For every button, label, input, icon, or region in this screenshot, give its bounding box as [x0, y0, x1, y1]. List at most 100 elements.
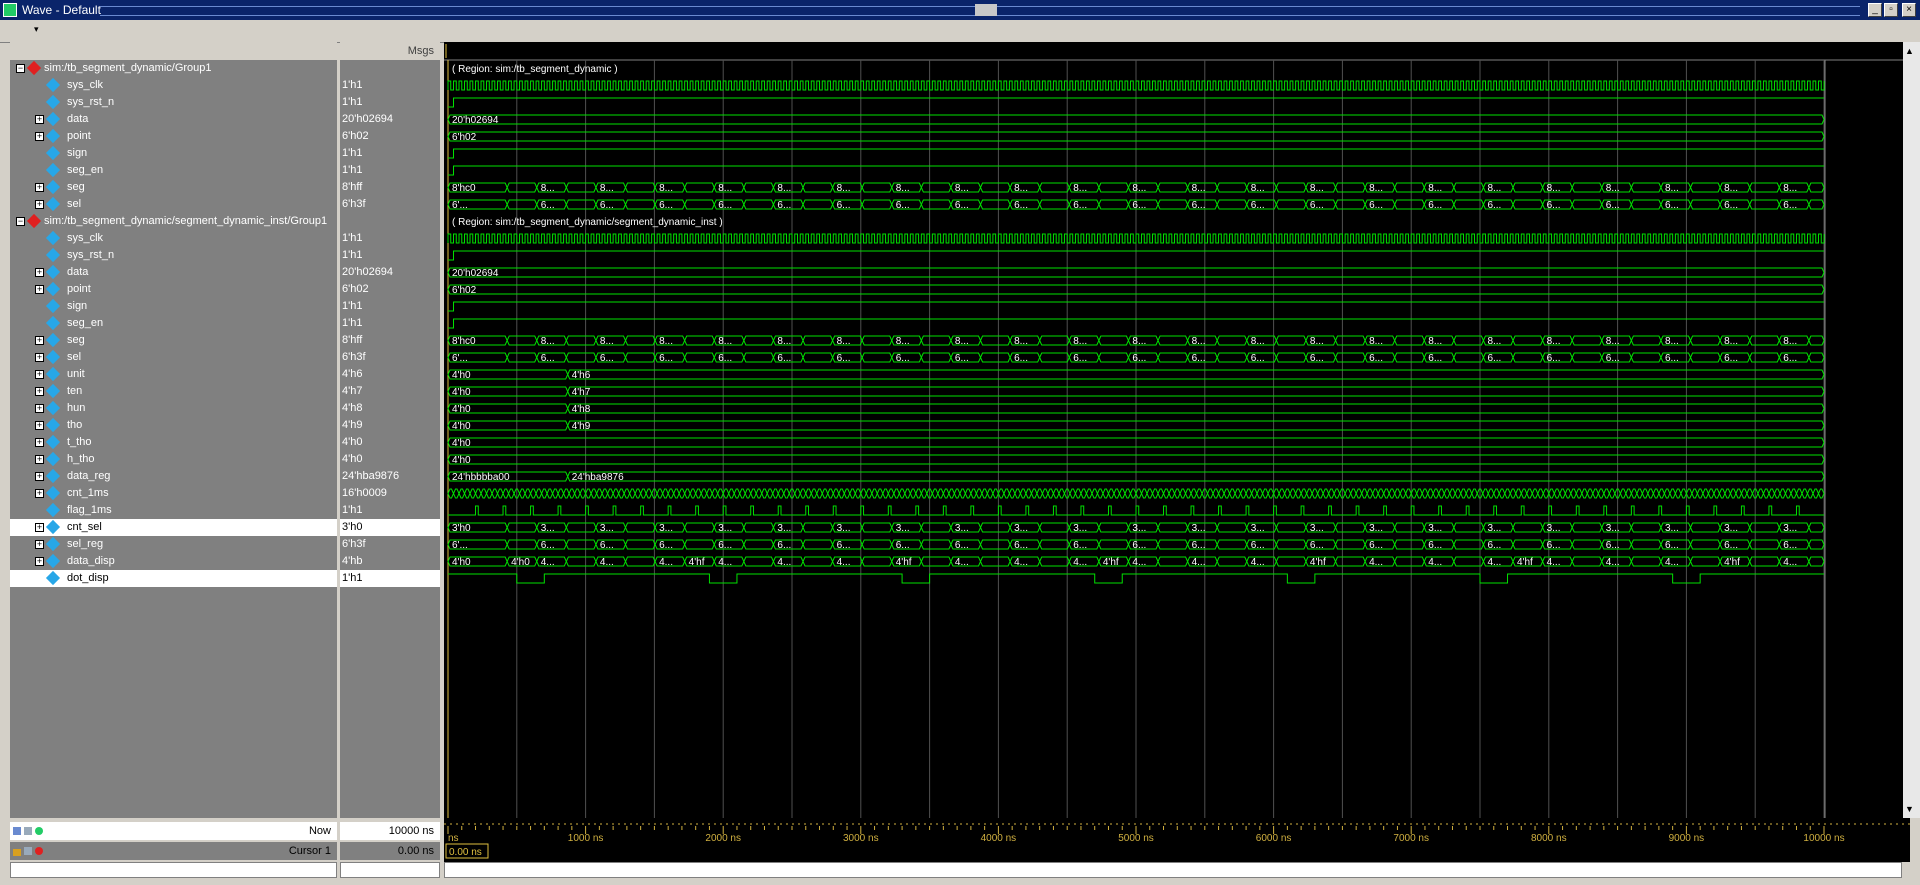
scroll-down-icon[interactable]: ▼	[1905, 804, 1914, 814]
expand-icon[interactable]: +	[35, 455, 44, 464]
expand-icon[interactable]: +	[35, 336, 44, 345]
signal-row[interactable]: sign	[10, 298, 337, 315]
value-row[interactable]: 4'h0	[340, 451, 440, 468]
signal-row[interactable]: sign	[10, 145, 337, 162]
names-hscrollbar[interactable]	[10, 862, 337, 878]
expand-icon[interactable]: +	[35, 115, 44, 124]
waveform-canvas[interactable]: ( Region: sim:/tb_segment_dynamic ) ( Reg…	[444, 42, 1910, 818]
signal-row[interactable]: + data	[10, 111, 337, 128]
close-icon[interactable]: ×	[1902, 3, 1916, 17]
value-row[interactable]: 1'h1	[340, 247, 440, 264]
value-row[interactable]: 8'hff	[340, 179, 440, 196]
values-hscrollbar[interactable]	[340, 862, 440, 878]
expand-icon[interactable]: +	[35, 285, 44, 294]
value-row[interactable]: 1'h1	[340, 230, 440, 247]
value-row[interactable]: 1'h1	[340, 502, 440, 519]
signal-row[interactable]: + sel	[10, 349, 337, 366]
signal-row[interactable]: + point	[10, 281, 337, 298]
timeline-ruler[interactable]: ns 1000 ns 2000 ns 3000 ns 4000 ns 5000 ns 600…	[444, 818, 1910, 862]
value-row[interactable]: 6'h02	[340, 281, 440, 298]
value-row[interactable]: 1'h1	[340, 570, 440, 587]
scroll-up-icon[interactable]: ▲	[1905, 46, 1914, 56]
signal-row[interactable]: seg_en	[10, 315, 337, 332]
signal-row[interactable]: + sel	[10, 196, 337, 213]
signal-row[interactable]: seg_en	[10, 162, 337, 179]
vertical-scrollbar[interactable]: ▲ ▼	[1903, 42, 1920, 818]
value-row[interactable]: 20'h02694	[340, 264, 440, 281]
collapse-icon[interactable]: −	[16, 64, 25, 73]
signal-row[interactable]: + unit	[10, 366, 337, 383]
collapse-icon[interactable]: −	[16, 217, 25, 226]
waves-hscrollbar[interactable]	[444, 862, 1902, 878]
value-row[interactable]: 1'h1	[340, 94, 440, 111]
value-row[interactable]	[340, 60, 440, 77]
signal-row[interactable]: dot_disp	[10, 570, 337, 587]
expand-icon[interactable]: +	[35, 540, 44, 549]
value-row[interactable]: 1'h1	[340, 77, 440, 94]
value-row[interactable]: 1'h1	[340, 298, 440, 315]
expand-icon[interactable]: +	[35, 404, 44, 413]
expand-icon[interactable]: +	[35, 183, 44, 192]
value-row[interactable]: 4'h6	[340, 366, 440, 383]
restore-icon[interactable]: ▫	[1884, 3, 1898, 17]
value-row[interactable]: 6'h02	[340, 128, 440, 145]
title-grip-handle[interactable]	[975, 4, 997, 16]
signal-row[interactable]: flag_1ms	[10, 502, 337, 519]
value-row[interactable]: 6'h3f	[340, 196, 440, 213]
signal-row[interactable]: sys_rst_n	[10, 247, 337, 264]
value-row[interactable]: 6'h3f	[340, 349, 440, 366]
signal-row[interactable]: + hun	[10, 400, 337, 417]
signal-row[interactable]: − sim:/tb_segment_dynamic/Group1	[10, 60, 337, 77]
expand-icon[interactable]: +	[35, 370, 44, 379]
value-row[interactable]: 4'h7	[340, 383, 440, 400]
signal-row[interactable]: − sim:/tb_segment_dynamic/segment_dynamic…	[10, 213, 337, 230]
waveform-pane[interactable]: ( Region: sim:/tb_segment_dynamic ) ( Reg…	[444, 42, 1910, 818]
value-row[interactable]	[340, 213, 440, 230]
expand-icon[interactable]: +	[35, 472, 44, 481]
signal-row[interactable]: + t_tho	[10, 434, 337, 451]
signal-row[interactable]: + data	[10, 264, 337, 281]
value-row[interactable]: 4'hb	[340, 553, 440, 570]
dropdown-arrow-icon[interactable]: ▾	[34, 24, 39, 35]
expand-icon[interactable]: +	[35, 438, 44, 447]
signal-row[interactable]: + seg	[10, 332, 337, 349]
value-row[interactable]: 8'hff	[340, 332, 440, 349]
minimize-icon[interactable]: _	[1868, 3, 1882, 17]
signal-row[interactable]: + data_disp	[10, 553, 337, 570]
value-row[interactable]: 4'h0	[340, 434, 440, 451]
signal-row[interactable]: + tho	[10, 417, 337, 434]
value-row[interactable]: 6'h3f	[340, 536, 440, 553]
lock-cursor-icon[interactable]	[12, 844, 52, 858]
expand-icon[interactable]: +	[35, 268, 44, 277]
expand-icon[interactable]: +	[35, 353, 44, 362]
signal-row[interactable]: + cnt_1ms	[10, 485, 337, 502]
signal-row[interactable]: + sel_reg	[10, 536, 337, 553]
signal-row[interactable]: + cnt_sel	[10, 519, 337, 536]
value-row[interactable]: 3'h0	[340, 519, 440, 536]
signal-row[interactable]: + data_reg	[10, 468, 337, 485]
signal-row[interactable]: + h_tho	[10, 451, 337, 468]
value-row[interactable]: 20'h02694	[340, 111, 440, 128]
expand-icon[interactable]: +	[35, 132, 44, 141]
add-cursor-icon[interactable]	[12, 824, 52, 838]
value-row[interactable]: 4'h8	[340, 400, 440, 417]
expand-icon[interactable]: +	[35, 523, 44, 532]
value-row[interactable]: 4'h9	[340, 417, 440, 434]
expand-icon[interactable]: +	[35, 489, 44, 498]
value-row[interactable]: 1'h1	[340, 162, 440, 179]
signal-row[interactable]: sys_rst_n	[10, 94, 337, 111]
value-row[interactable]: 16'h0009	[340, 485, 440, 502]
signal-row[interactable]: + point	[10, 128, 337, 145]
signal-row[interactable]: + seg	[10, 179, 337, 196]
signal-row[interactable]: sys_clk	[10, 77, 337, 94]
value-row[interactable]: 1'h1	[340, 145, 440, 162]
value-row[interactable]: 24'hba9876	[340, 468, 440, 485]
expand-icon[interactable]: +	[35, 200, 44, 209]
value-row[interactable]: 1'h1	[340, 315, 440, 332]
wave-window-icon	[3, 3, 17, 17]
signal-row[interactable]: sys_clk	[10, 230, 337, 247]
signal-row[interactable]: + ten	[10, 383, 337, 400]
expand-icon[interactable]: +	[35, 387, 44, 396]
expand-icon[interactable]: +	[35, 421, 44, 430]
expand-icon[interactable]: +	[35, 557, 44, 566]
